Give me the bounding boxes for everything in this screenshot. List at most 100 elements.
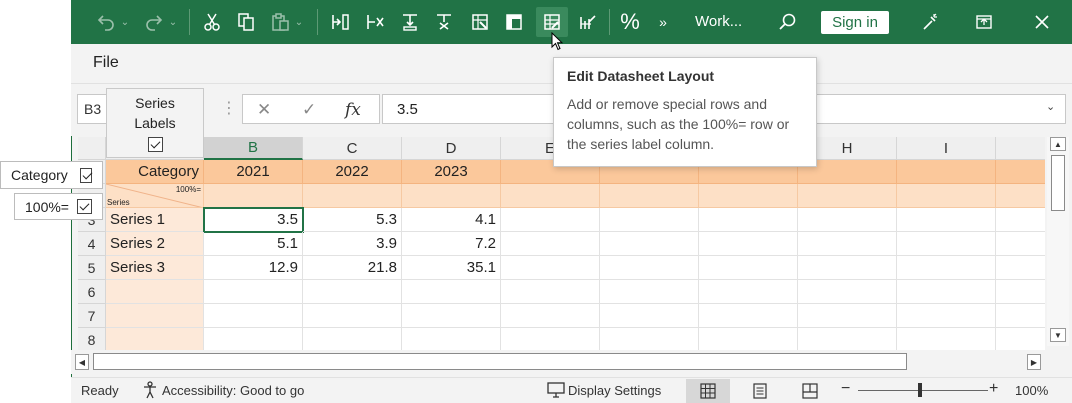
redo-icon[interactable] xyxy=(141,7,167,37)
vertical-scroll-thumb[interactable] xyxy=(1051,155,1065,211)
empty-cell[interactable] xyxy=(699,304,798,328)
empty-cell[interactable] xyxy=(501,304,600,328)
row-header[interactable]: 6 xyxy=(78,280,106,304)
empty-cell[interactable] xyxy=(699,280,798,304)
pct-toggle[interactable]: 100%= xyxy=(14,193,103,220)
category-header-cell[interactable]: Category xyxy=(106,160,204,184)
empty-cell[interactable] xyxy=(897,256,996,280)
series-label-cell[interactable]: Series 1 xyxy=(106,208,204,232)
column-header-d[interactable]: D xyxy=(402,137,501,160)
empty-cell[interactable] xyxy=(600,280,699,304)
pct-cell[interactable] xyxy=(996,184,1045,208)
empty-cell[interactable] xyxy=(600,256,699,280)
normal-view-icon[interactable] xyxy=(686,379,730,403)
empty-cell[interactable] xyxy=(996,256,1045,280)
empty-cell[interactable] xyxy=(204,304,303,328)
file-tab[interactable]: File xyxy=(93,54,119,72)
pct-cell[interactable] xyxy=(798,184,897,208)
display-settings-icon[interactable] xyxy=(547,382,565,401)
empty-cell[interactable] xyxy=(600,304,699,328)
pct-cell[interactable] xyxy=(699,184,798,208)
empty-cell[interactable] xyxy=(501,280,600,304)
column-header-c[interactable]: C xyxy=(303,137,402,160)
zoom-slider[interactable] xyxy=(858,390,988,391)
column-header-b[interactable]: B xyxy=(204,137,303,160)
series-labels-toggle[interactable]: Series Labels xyxy=(106,88,204,158)
data-cell[interactable]: 3.9 xyxy=(303,232,402,256)
delete-row-icon[interactable] xyxy=(431,7,457,37)
empty-cell[interactable] xyxy=(897,304,996,328)
pct-cell[interactable] xyxy=(600,184,699,208)
restore-window-icon[interactable] xyxy=(971,7,997,37)
series-label-cell[interactable] xyxy=(106,328,204,350)
category-cell[interactable] xyxy=(897,160,996,184)
empty-cell[interactable] xyxy=(897,208,996,232)
row-header[interactable]: 4 xyxy=(78,232,106,256)
series-label-cell[interactable] xyxy=(106,280,204,304)
paste-icon[interactable] xyxy=(267,7,293,37)
scroll-right-icon[interactable]: ▶ xyxy=(1027,354,1041,370)
delete-column-icon[interactable] xyxy=(362,7,388,37)
empty-cell[interactable] xyxy=(501,256,600,280)
empty-cell[interactable] xyxy=(600,328,699,350)
data-cell[interactable]: 7.2 xyxy=(402,232,501,256)
series-label-cell[interactable] xyxy=(106,304,204,328)
empty-cell[interactable] xyxy=(996,208,1045,232)
select-all-corner[interactable] xyxy=(78,137,106,160)
empty-cell[interactable] xyxy=(402,304,501,328)
pct-checkbox[interactable] xyxy=(76,199,92,214)
insert-function-icon[interactable]: fx xyxy=(345,100,361,120)
empty-cell[interactable] xyxy=(897,328,996,350)
spreadsheet-grid[interactable]: B C D E F G H I Category 2021 2022 2023 … xyxy=(78,137,1045,350)
empty-cell[interactable] xyxy=(897,232,996,256)
empty-cell[interactable] xyxy=(600,208,699,232)
designer-icon[interactable] xyxy=(917,7,943,37)
undo-icon[interactable] xyxy=(93,7,119,37)
year-cell[interactable]: 2022 xyxy=(303,160,402,184)
more-commands-icon[interactable]: » xyxy=(653,7,673,37)
empty-cell[interactable] xyxy=(996,328,1045,350)
column-header-i[interactable]: I xyxy=(897,137,996,160)
empty-cell[interactable] xyxy=(699,256,798,280)
empty-cell[interactable] xyxy=(798,256,897,280)
category-checkbox[interactable] xyxy=(79,167,92,183)
category-toggle[interactable]: Category xyxy=(0,161,103,189)
data-cell[interactable]: 5.1 xyxy=(204,232,303,256)
empty-cell[interactable] xyxy=(699,232,798,256)
column-header-j[interactable] xyxy=(996,137,1045,160)
undo-dropdown-icon[interactable]: ⌄ xyxy=(119,7,131,37)
empty-cell[interactable] xyxy=(204,280,303,304)
page-layout-view-icon[interactable] xyxy=(738,379,782,403)
insert-column-left-icon[interactable] xyxy=(327,7,353,37)
paste-dropdown-icon[interactable]: ⌄ xyxy=(293,7,305,37)
empty-cell[interactable] xyxy=(204,328,303,350)
display-settings-label[interactable]: Display Settings xyxy=(568,383,661,398)
empty-cell[interactable] xyxy=(798,328,897,350)
redo-dropdown-icon[interactable]: ⌄ xyxy=(167,7,179,37)
scroll-up-icon[interactable]: ▲ xyxy=(1050,137,1066,151)
cancel-icon[interactable]: ✕ xyxy=(257,100,271,120)
row-header[interactable]: 5 xyxy=(78,256,106,280)
zoom-in-button[interactable]: + xyxy=(989,380,998,398)
pct-series-corner-cell[interactable]: 100%= Series xyxy=(106,184,204,208)
sign-in-button[interactable]: Sign in xyxy=(821,11,889,34)
accessibility-icon[interactable] xyxy=(141,381,159,402)
empty-cell[interactable] xyxy=(402,280,501,304)
empty-cell[interactable] xyxy=(996,280,1045,304)
percent-icon[interactable]: % xyxy=(617,7,643,37)
accessibility-status[interactable]: Accessibility: Good to go xyxy=(162,383,304,398)
pct-cell[interactable] xyxy=(501,184,600,208)
horizontal-scrollbar[interactable]: ◀ ▶ xyxy=(71,350,1072,374)
empty-cell[interactable] xyxy=(303,304,402,328)
year-cell[interactable]: 2023 xyxy=(402,160,501,184)
zoom-level[interactable]: 100% xyxy=(1015,383,1048,398)
pct-cell[interactable] xyxy=(402,184,501,208)
drag-handle-icon[interactable]: ⋮ xyxy=(221,98,237,118)
table-format-icon[interactable] xyxy=(501,7,527,37)
data-cell[interactable]: 35.1 xyxy=(402,256,501,280)
data-cell[interactable]: 21.8 xyxy=(303,256,402,280)
data-cell[interactable]: 3.5 xyxy=(203,207,304,233)
category-cell[interactable] xyxy=(996,160,1045,184)
empty-cell[interactable] xyxy=(501,232,600,256)
empty-cell[interactable] xyxy=(798,232,897,256)
